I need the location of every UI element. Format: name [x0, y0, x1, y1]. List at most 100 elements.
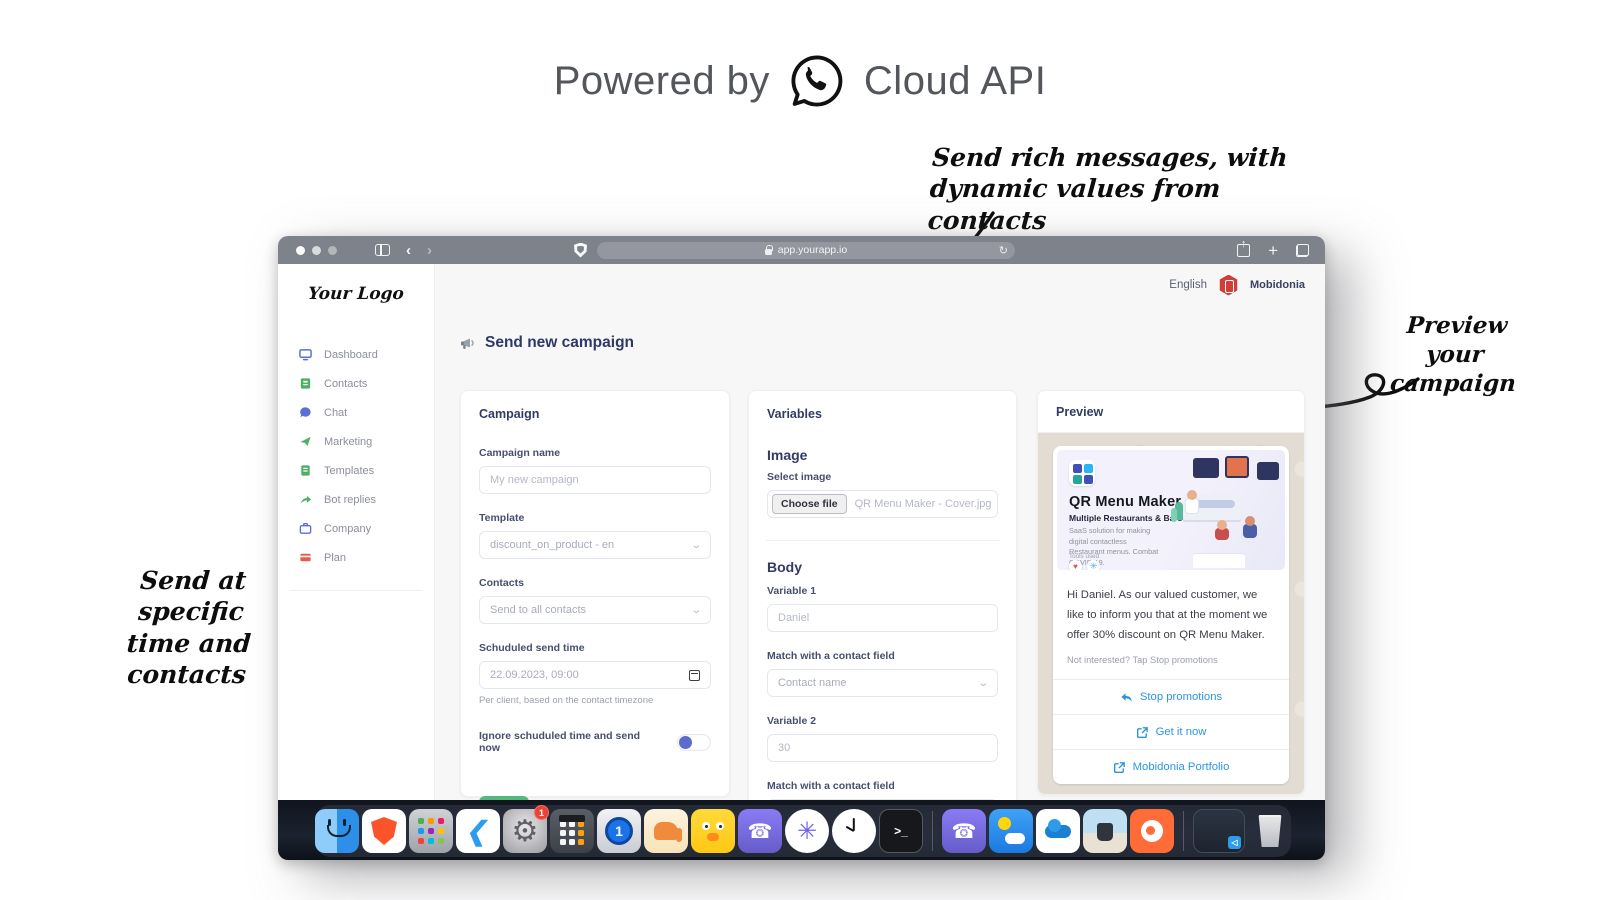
image-app-subtitle: Multiple Restaurants & Bars: [1069, 513, 1182, 523]
dock-viber-icon[interactable]: ☎: [942, 809, 986, 853]
tabs-overview-icon[interactable]: [1296, 244, 1309, 257]
reply-arrow-icon: [299, 493, 312, 506]
app-content: Your Logo Dashboard Contacts Chat: [278, 264, 1325, 860]
sidebar-item-marketing[interactable]: Marketing: [278, 427, 434, 456]
match1-select[interactable]: Contact name⌄: [767, 669, 998, 697]
dock-db-elephant-icon[interactable]: [644, 809, 688, 853]
back-button[interactable]: ‹: [406, 243, 411, 258]
briefcase-icon: [299, 522, 312, 535]
browser-chrome: ‹ › app.yourapp.io ↻ +: [278, 236, 1325, 264]
choose-file-button[interactable]: Choose file: [772, 494, 847, 514]
message-bubble: QR Menu Maker Multiple Restaurants & Bar…: [1053, 446, 1289, 784]
sidebar-item-dashboard[interactable]: Dashboard: [278, 340, 434, 369]
sidebar-item-templates[interactable]: Templates: [278, 456, 434, 485]
variable1-input[interactable]: Daniel: [767, 604, 998, 632]
window-controls[interactable]: [296, 246, 337, 255]
dock-clock-icon[interactable]: [832, 809, 876, 853]
illustration-screen: [1193, 458, 1219, 478]
dock: ❮ ⚙1 1 ☎ ✳ >_ ☎ ◁: [316, 805, 1291, 857]
sidebar-item-bot-replies[interactable]: Bot replies: [278, 485, 434, 514]
reload-icon[interactable]: ↻: [999, 244, 1008, 257]
page: Powered by Cloud API Send rich messages,…: [0, 0, 1600, 900]
schedule-label: Schuduled send time: [479, 642, 711, 654]
calendar-icon[interactable]: [689, 670, 700, 681]
match1-label: Match with a contact field: [767, 650, 998, 662]
sidebar-item-contacts[interactable]: Contacts: [278, 369, 434, 398]
dock-postman-icon[interactable]: [1130, 809, 1174, 853]
ignore-schedule-label: Ignore schuduled time and send now: [479, 730, 649, 754]
annotation-send-time: Send at specific time and contacts: [86, 565, 295, 690]
new-tab-icon[interactable]: +: [1268, 242, 1278, 259]
credit-card-icon: [299, 551, 312, 564]
forward-button[interactable]: ›: [427, 243, 432, 258]
megaphone-icon: [460, 336, 477, 351]
dock-terminal-icon[interactable]: >_: [879, 809, 923, 853]
template-file-icon: [299, 464, 312, 477]
paper-plane-icon: [299, 435, 312, 448]
browser-window: ‹ › app.yourapp.io ↻ + Your Logo: [278, 236, 1325, 860]
variables-card: Variables Image Select image Choose file…: [748, 390, 1017, 860]
app-topbar: English Mobidonia: [435, 264, 1325, 306]
illustration-person: [1187, 490, 1197, 500]
variable2-input[interactable]: 30: [767, 734, 998, 762]
dock-calculator-icon[interactable]: [550, 809, 594, 853]
dock-minimized-window[interactable]: ◁: [1193, 809, 1245, 853]
mobidonia-logo-icon[interactable]: [1219, 275, 1238, 296]
dock-pinwheel-app-icon[interactable]: ✳: [785, 809, 829, 853]
dock-weather-icon[interactable]: [989, 809, 1033, 853]
share-icon[interactable]: [1237, 244, 1250, 257]
zoom-window-button[interactable]: [328, 246, 337, 255]
dock-viber-icon[interactable]: ☎: [738, 809, 782, 853]
shield-icon[interactable]: [574, 243, 587, 258]
annotation-preview: Preview your campaign: [1377, 312, 1533, 398]
file-input[interactable]: Choose file QR Menu Maker - Cover.jpg: [767, 490, 998, 518]
dock-cyberduck-icon[interactable]: [691, 809, 735, 853]
campaign-name-input[interactable]: My new campaign: [479, 466, 711, 494]
dock-vscode-icon[interactable]: ❮: [456, 809, 500, 853]
campaign-card: Campaign Campaign name My new campaign T…: [460, 390, 730, 797]
dock-finder-icon[interactable]: [315, 809, 359, 853]
variable1-label: Variable 1: [767, 585, 998, 597]
hero-header: Powered by Cloud API: [0, 52, 1600, 110]
sidebar-item-chat[interactable]: Chat: [278, 398, 434, 427]
message-image: QR Menu Maker Multiple Restaurants & Bar…: [1057, 450, 1285, 570]
ignore-schedule-toggle[interactable]: [677, 734, 711, 751]
cloud-api-text: Cloud API: [864, 59, 1046, 104]
preview-card: Preview QR Menu Maker Multiple Restauran…: [1037, 390, 1305, 795]
match2-label: Match with a contact field: [767, 780, 998, 792]
page-title-row: Send new campaign: [460, 334, 634, 352]
tools-used-label: Tools used: [1069, 553, 1099, 560]
close-window-button[interactable]: [296, 246, 305, 255]
language-selector[interactable]: English: [1169, 279, 1207, 291]
chevron-down-icon: ⌄: [977, 678, 989, 689]
whatsapp-chat-background: QR Menu Maker Multiple Restaurants & Bar…: [1038, 433, 1304, 794]
tool-chips: ♥ ✳: [1069, 560, 1100, 570]
sidebar-item-plan[interactable]: Plan: [278, 543, 434, 572]
campaign-name-label: Campaign name: [479, 447, 711, 459]
template-select[interactable]: discount_on_product - en⌄: [479, 531, 711, 559]
contacts-select[interactable]: Send to all contacts⌄: [479, 596, 711, 624]
ignore-schedule-row: Ignore schuduled time and send now: [479, 730, 711, 754]
select-image-label: Select image: [767, 471, 998, 483]
mobidonia-brand[interactable]: Mobidonia: [1250, 279, 1305, 291]
dock-gallery-icon[interactable]: [1083, 809, 1127, 853]
dock-onedrive-icon[interactable]: [1036, 809, 1080, 853]
get-it-now-button[interactable]: Get it now: [1053, 714, 1289, 749]
minimize-window-button[interactable]: [312, 246, 321, 255]
stop-promotions-button[interactable]: Stop promotions: [1053, 679, 1289, 714]
dock-trash-icon[interactable]: [1248, 809, 1292, 853]
dock-1password-icon[interactable]: 1: [597, 809, 641, 853]
illustration-screen: [1257, 462, 1279, 480]
address-book-icon: [299, 377, 312, 390]
variable2-label: Variable 2: [767, 715, 998, 727]
dock-brave-icon[interactable]: [362, 809, 406, 853]
external-link-icon: [1113, 761, 1126, 774]
dock-settings-icon[interactable]: ⚙1: [503, 809, 547, 853]
schedule-datetime-input[interactable]: 22.09.2023, 09:00: [479, 661, 711, 689]
mobidonia-portfolio-button[interactable]: Mobidonia Portfolio: [1053, 749, 1289, 784]
dock-launchpad-icon[interactable]: [409, 809, 453, 853]
address-bar[interactable]: app.yourapp.io ↻: [597, 242, 1015, 259]
sidebar-toggle-icon[interactable]: [375, 244, 390, 256]
url-text: app.yourapp.io: [778, 244, 847, 256]
sidebar-item-company[interactable]: Company: [278, 514, 434, 543]
